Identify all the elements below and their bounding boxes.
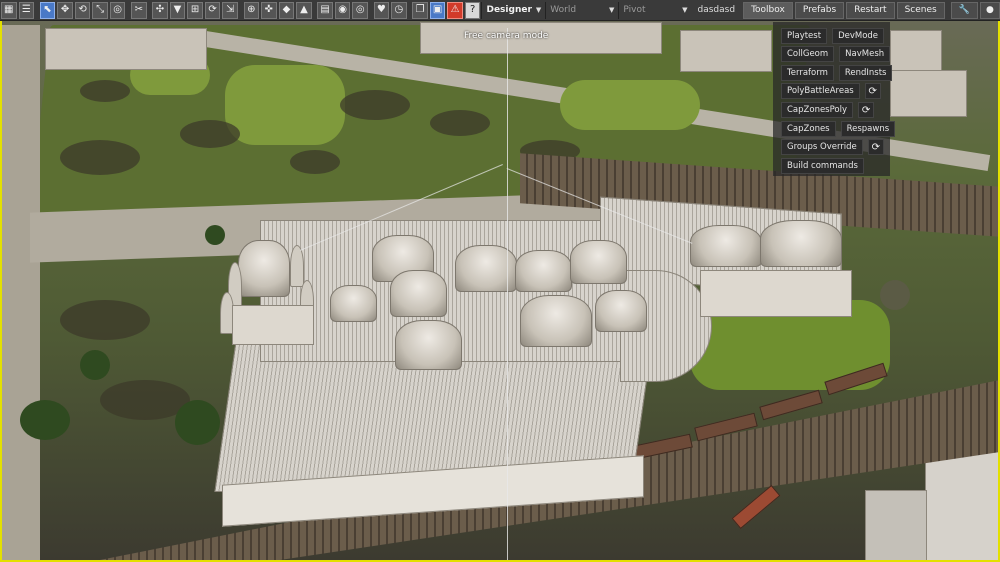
settings-icon[interactable]: ● — [979, 1, 1000, 19]
polybattleareas-button[interactable]: PolyBattleAreas — [781, 83, 860, 99]
surface-snap-icon[interactable]: ▲ — [296, 1, 312, 19]
collgeom-button[interactable]: CollGeom — [781, 46, 835, 62]
editor-mode-label: Designer — [486, 5, 532, 15]
favorite-icon[interactable]: ♥ — [373, 1, 390, 19]
build-commands-button[interactable]: Build commands — [781, 158, 864, 174]
scene-dome — [330, 285, 377, 322]
snap-rotate-icon[interactable]: ⟳ — [204, 1, 221, 19]
camera-mode-label: Free camera mode — [464, 31, 549, 41]
capzonespoly-button[interactable]: CapZonesPoly — [781, 102, 854, 118]
scene-dome — [760, 220, 842, 267]
respawns-button[interactable]: Respawns — [840, 121, 896, 137]
rotate-tool-icon[interactable]: ⟲ — [74, 1, 91, 19]
scene-dome — [520, 295, 592, 347]
wrench-icon[interactable]: 🔧 — [950, 1, 978, 19]
scene-dome — [570, 240, 627, 284]
playtest-button[interactable]: Playtest — [781, 28, 828, 44]
chevron-down-icon: ▼ — [682, 6, 688, 14]
document-icon[interactable]: ▤ — [317, 1, 333, 19]
pivot-select-label: Pivot — [623, 5, 646, 15]
scene-distant-building — [680, 30, 772, 72]
snap-grid-icon[interactable]: ⊞ — [187, 1, 203, 19]
scene-chapel-base — [232, 305, 314, 345]
pivot-local-icon[interactable]: ✜ — [261, 1, 277, 19]
scene-tree — [205, 225, 225, 245]
scale-tool-icon[interactable]: ⤡ — [92, 1, 108, 19]
navmesh-button[interactable]: NavMesh — [839, 46, 891, 62]
refresh-icon[interactable]: ⟳ — [858, 102, 875, 118]
scene-train-wagon — [759, 389, 823, 421]
copy-icon[interactable]: ❐ — [412, 1, 428, 19]
toolbox-button[interactable]: Toolbox — [743, 1, 793, 19]
save-icon[interactable]: ▣ — [429, 1, 446, 19]
scene-chapel-dome — [238, 240, 290, 297]
world-select-label: World — [550, 5, 577, 15]
scene-meadow-3 — [560, 80, 700, 130]
camera-tool-icon[interactable]: ◎ — [109, 1, 126, 19]
scene-dome — [515, 250, 572, 292]
scene-distant-building — [890, 70, 967, 117]
scene-meadow-1 — [225, 65, 345, 145]
snap-move-icon[interactable]: ✣ — [152, 1, 168, 19]
terraform-button[interactable]: Terraform — [781, 65, 834, 81]
scene-foreground-building — [865, 490, 927, 562]
scene-tree — [80, 350, 110, 380]
main-toolbar: ▦ ☰ ⬉ ✥ ⟲ ⤡ ◎ ✂ ✣ ▼ ⊞ ⟳ ⇲ ⊕ ✜ ◆ ▲ ▤ ◉ ◎ … — [0, 0, 1000, 21]
restart-button[interactable]: Restart — [846, 1, 895, 19]
scene-dome — [690, 225, 762, 267]
timer-icon[interactable]: ◷ — [391, 1, 407, 19]
refresh-icon[interactable]: ⟳ — [867, 139, 884, 155]
select-tool-icon[interactable]: ⬉ — [39, 1, 56, 19]
capzones-button[interactable]: CapZones — [781, 121, 836, 137]
pivot-select[interactable]: Pivot ▼ — [618, 1, 691, 19]
scene-tree — [175, 400, 220, 445]
pivot-center-icon[interactable]: ⊕ — [243, 1, 260, 19]
scene-crater — [290, 150, 340, 174]
eye-icon[interactable]: ◎ — [352, 1, 368, 19]
snap-scale-icon[interactable]: ⇲ — [222, 1, 238, 19]
toolbar-list-icon[interactable]: ☰ — [18, 1, 35, 19]
chevron-down-icon: ▼ — [609, 6, 615, 14]
diamond-icon[interactable]: ◆ — [278, 1, 295, 19]
chevron-down-icon: ▼ — [535, 6, 542, 14]
rendinsts-button[interactable]: RendInsts — [838, 65, 893, 81]
scene-crater — [60, 140, 140, 175]
scene-tower — [290, 245, 304, 287]
scene-tree — [20, 400, 70, 440]
toolbar-grid-icon[interactable]: ▦ — [1, 1, 17, 19]
drop-down-icon[interactable]: ▼ — [169, 1, 186, 19]
devmode-button[interactable]: DevMode — [832, 28, 885, 44]
groups-override-button[interactable]: Groups Override — [781, 139, 863, 155]
scene-dome — [395, 320, 462, 370]
world-select[interactable]: World ▼ — [545, 1, 618, 19]
scene-road-left — [0, 25, 40, 562]
move-tool-icon[interactable]: ✥ — [57, 1, 73, 19]
toolbox-panel: Playtest DevMode CollGeom NavMesh Terraf… — [773, 22, 896, 176]
help-icon[interactable]: ? — [464, 1, 481, 19]
visibility-icon[interactable]: ◉ — [334, 1, 351, 19]
scenes-button[interactable]: Scenes — [896, 1, 945, 19]
camera-guide-vertical — [507, 28, 508, 562]
scene-crater — [430, 110, 490, 136]
scene-distant-building — [890, 30, 942, 72]
scene-dome — [390, 270, 447, 317]
refresh-icon[interactable]: ⟳ — [864, 83, 881, 99]
scene-crater — [80, 80, 130, 102]
username-label: dasdasd — [697, 5, 736, 15]
scene-dome — [595, 290, 647, 332]
scene-crater — [180, 120, 240, 148]
warning-icon[interactable]: ⚠ — [447, 1, 463, 19]
scene-train-wagon — [731, 484, 781, 530]
scene-tree — [880, 280, 910, 310]
prefabs-button[interactable]: Prefabs — [794, 1, 845, 19]
cut-icon[interactable]: ✂ — [131, 1, 147, 19]
scene-crater — [340, 90, 410, 120]
scene-building-annex — [700, 270, 852, 317]
scene-distant-building — [45, 28, 207, 70]
scene-crater — [60, 300, 150, 340]
editor-mode-select[interactable]: Designer ▼ — [481, 1, 545, 19]
